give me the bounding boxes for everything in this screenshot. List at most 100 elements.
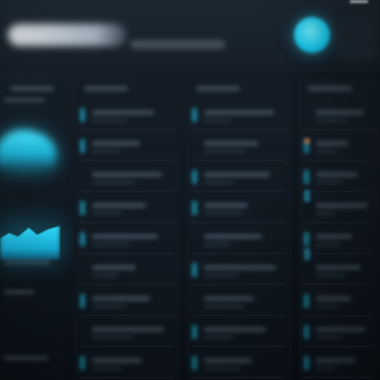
- row-divider: [304, 253, 374, 254]
- list-item-indicator: [192, 356, 197, 370]
- page-title: [8, 24, 126, 46]
- list-item-indicator: [304, 325, 309, 339]
- list-item[interactable]: [192, 193, 284, 221]
- list-item-meta: [316, 119, 346, 122]
- window-control[interactable]: [350, 0, 368, 3]
- row-divider: [192, 253, 286, 254]
- row-divider: [80, 315, 174, 316]
- list-item-meta: [204, 367, 240, 370]
- list-item[interactable]: [80, 224, 172, 252]
- list-item-label: [92, 141, 140, 146]
- list-item[interactable]: [304, 162, 372, 190]
- list-item[interactable]: [80, 162, 172, 190]
- row-divider: [80, 284, 174, 285]
- user-avatar-icon[interactable]: [294, 17, 330, 53]
- list-item-indicator: [192, 263, 197, 277]
- list-panel-1: [74, 78, 180, 380]
- list-item-meta: [204, 274, 238, 277]
- list-item[interactable]: [80, 317, 172, 345]
- list-item[interactable]: [192, 348, 284, 376]
- row-divider: [192, 315, 286, 316]
- list-item-meta: [204, 212, 242, 215]
- status-dot-active: [304, 190, 310, 202]
- list-item-meta: [316, 212, 335, 215]
- row-divider: [304, 222, 374, 223]
- list-item[interactable]: [304, 317, 372, 345]
- list-item-label: [204, 110, 274, 115]
- list-item[interactable]: [80, 193, 172, 221]
- panel-label: [4, 290, 34, 294]
- row-divider: [192, 191, 286, 192]
- list-item-meta: [204, 243, 230, 246]
- list-item[interactable]: [304, 193, 372, 221]
- list-item-label: [316, 172, 358, 177]
- list-item-indicator: [80, 294, 85, 308]
- list-item[interactable]: [304, 224, 372, 252]
- row-divider: [80, 346, 174, 347]
- list-item-indicator: [80, 232, 85, 246]
- list-item[interactable]: [304, 286, 372, 314]
- row-divider: [80, 191, 174, 192]
- list-item-indicator: [80, 108, 85, 122]
- list-item[interactable]: [80, 286, 172, 314]
- row-divider: [304, 315, 374, 316]
- list-item-label: [204, 296, 254, 301]
- list-item-indicator: [80, 201, 85, 215]
- list-item-label: [316, 327, 366, 332]
- list-item-meta: [92, 181, 134, 184]
- panel-heading: [196, 86, 240, 91]
- top-right-widget[interactable]: [338, 14, 378, 60]
- list-item-meta: [316, 336, 342, 339]
- panel-label: [4, 356, 48, 360]
- row-divider: [304, 191, 374, 192]
- list-item[interactable]: [192, 100, 284, 128]
- row-divider: [304, 129, 374, 130]
- list-item-indicator: [192, 325, 197, 339]
- panel-heading: [84, 86, 128, 91]
- list-item-meta: [92, 212, 122, 215]
- list-item-meta: [92, 119, 128, 122]
- row-divider: [80, 129, 174, 130]
- list-item[interactable]: [192, 224, 284, 252]
- list-item-label: [316, 296, 351, 301]
- list-item-label: [92, 110, 154, 115]
- row-divider: [80, 253, 174, 254]
- list-item-meta: [204, 181, 234, 184]
- list-item[interactable]: [304, 255, 372, 283]
- row-divider: [192, 377, 286, 378]
- list-item[interactable]: [80, 100, 172, 128]
- list-item-label: [204, 172, 270, 177]
- blurred-content: [0, 0, 380, 380]
- list-item-label: [204, 265, 276, 270]
- list-item-meta: [92, 367, 122, 370]
- row-divider: [192, 129, 286, 130]
- list-item-meta: [316, 181, 343, 184]
- list-item-label: [92, 265, 136, 270]
- list-item[interactable]: [304, 131, 372, 159]
- list-item[interactable]: [80, 255, 172, 283]
- row-divider: [80, 377, 174, 378]
- list-item[interactable]: [304, 100, 372, 128]
- row-divider: [80, 160, 174, 161]
- row-divider: [304, 377, 374, 378]
- list-item-indicator: [192, 201, 197, 215]
- list-item-indicator: [304, 170, 309, 184]
- list-item[interactable]: [80, 131, 172, 159]
- list-panel-2: [186, 78, 292, 380]
- list-item[interactable]: [192, 286, 284, 314]
- list-item[interactable]: [192, 162, 284, 190]
- row-divider: [304, 284, 374, 285]
- list-item[interactable]: [192, 255, 284, 283]
- list-item[interactable]: [304, 348, 372, 376]
- list-item[interactable]: [80, 348, 172, 376]
- list-item-label: [92, 296, 150, 301]
- list-item-meta: [92, 243, 130, 246]
- list-item[interactable]: [192, 131, 284, 159]
- list-item-meta: [204, 305, 244, 308]
- status-dot-active: [304, 248, 310, 260]
- list-item-meta: [92, 336, 132, 339]
- list-item-indicator: [304, 232, 309, 246]
- list-item[interactable]: [192, 317, 284, 345]
- list-item-label: [92, 358, 142, 363]
- top-bar: [0, 0, 380, 72]
